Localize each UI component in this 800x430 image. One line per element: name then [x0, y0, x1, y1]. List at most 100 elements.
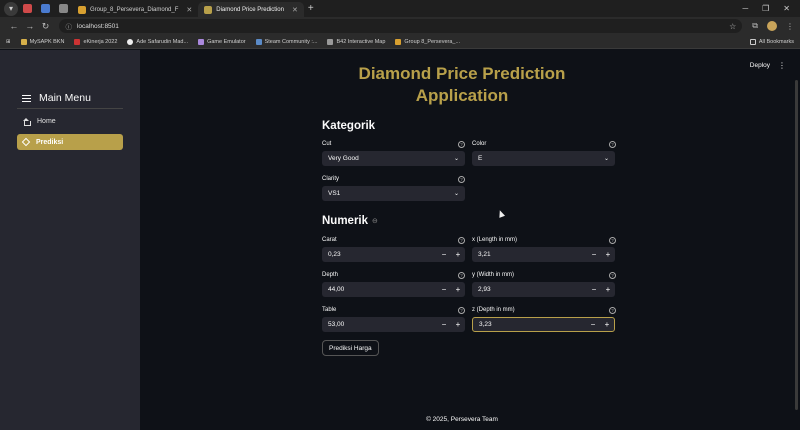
apps-grid-icon[interactable]: ⊞: [6, 39, 11, 45]
page-title-line1: Diamond Price Prediction: [358, 64, 566, 83]
bookmark-item[interactable]: Ade Safarudin Mad...: [127, 38, 188, 45]
new-tab-icon[interactable]: +: [308, 3, 314, 14]
z-depth-input[interactable]: 3,23 − +: [472, 317, 615, 332]
deploy-button[interactable]: Deploy: [750, 62, 770, 69]
y-width-label: y (Width in mm): [472, 272, 514, 278]
favicon-icon: [198, 38, 205, 45]
favicon-icon: [255, 38, 262, 45]
y-width-input[interactable]: 2,93 − +: [472, 282, 615, 297]
chevron-down-icon: ⌄: [453, 191, 459, 197]
help-icon[interactable]: ?: [458, 272, 465, 279]
all-bookmarks[interactable]: All Bookmarks: [749, 38, 794, 45]
pinned-favicon-icon: [22, 4, 32, 13]
tab-label: Group_8_Persevera_Diamond_F: [90, 6, 179, 13]
help-icon[interactable]: ?: [458, 307, 465, 314]
extensions-icon[interactable]: ⧉: [752, 21, 758, 31]
bookmark-star-icon[interactable]: ☆: [729, 22, 736, 31]
tab-group8[interactable]: Group_8_Persevera_Diamond_F ✕: [72, 2, 198, 17]
back-icon[interactable]: ←: [6, 21, 22, 31]
url-input[interactable]: ⓘ localhost:8501 ☆: [59, 19, 743, 33]
decrement-button[interactable]: −: [437, 285, 451, 294]
home-icon: [23, 117, 31, 126]
chevron-down-icon: ⌄: [603, 156, 609, 162]
decrement-button[interactable]: −: [587, 285, 601, 294]
sidebar-item-prediksi[interactable]: Prediksi: [17, 134, 123, 150]
help-icon[interactable]: ?: [609, 272, 616, 279]
tab-label: Diamond Price Prediction: [216, 6, 284, 13]
close-icon[interactable]: ✕: [292, 6, 298, 14]
browser-menu-icon[interactable]: ⋮: [786, 22, 794, 31]
z-depth-label: z (Depth in mm): [472, 307, 515, 313]
increment-button[interactable]: +: [601, 250, 615, 259]
footer-text: © 2025, Persevera Team: [426, 416, 498, 423]
folder-icon: [749, 38, 756, 45]
pinned-tab-1[interactable]: [18, 2, 36, 16]
x-length-input[interactable]: 3,21 − +: [472, 247, 615, 262]
address-bar-row: ← → ↻ ⓘ localhost:8501 ☆ ⧉ ⋮: [0, 17, 800, 35]
tab-search-icon[interactable]: ▾: [4, 1, 18, 16]
increment-button[interactable]: +: [451, 320, 465, 329]
decrement-button[interactable]: −: [587, 250, 601, 259]
decrement-button[interactable]: −: [586, 320, 600, 329]
sidebar-item-home[interactable]: Home: [17, 113, 123, 129]
help-icon[interactable]: ?: [458, 176, 465, 183]
url-text: localhost:8501: [76, 22, 119, 30]
increment-button[interactable]: +: [601, 285, 615, 294]
forward-icon[interactable]: →: [22, 21, 38, 31]
window-controls: ─ ❐ ✕: [742, 4, 800, 13]
help-icon[interactable]: ?: [609, 141, 616, 148]
bookmark-item[interactable]: Steam Community :...: [255, 38, 317, 45]
bookmark-item[interactable]: Game Emulator: [198, 38, 246, 45]
close-icon[interactable]: ✕: [186, 6, 192, 14]
sidebar: Main Menu Home Prediksi: [0, 50, 140, 430]
anchor-link-icon[interactable]: ⊖: [372, 217, 378, 225]
favicon-icon: [327, 38, 334, 45]
bookmark-item[interactable]: Group 8_Persevera_...: [395, 38, 460, 45]
help-icon[interactable]: ?: [609, 237, 616, 244]
decrement-button[interactable]: −: [437, 320, 451, 329]
cut-label: Cut: [322, 141, 332, 147]
mouse-cursor-icon: [496, 209, 506, 218]
page-title-line2: Application: [415, 86, 509, 105]
favicon-icon: [78, 5, 86, 14]
table-label: Table: [322, 307, 337, 313]
help-icon[interactable]: ?: [609, 307, 616, 314]
clarity-select[interactable]: VS1 ⌄: [322, 186, 465, 201]
sidebar-title: Main Menu: [22, 92, 91, 104]
streamlit-app: Main Menu Home Prediksi Deploy ⋮ Diamond…: [0, 50, 800, 430]
scrollbar[interactable]: [795, 80, 798, 410]
maximize-icon[interactable]: ❐: [762, 4, 769, 13]
site-info-icon[interactable]: ⓘ: [65, 21, 72, 31]
increment-button[interactable]: +: [451, 250, 465, 259]
color-select[interactable]: E ⌄: [472, 151, 615, 166]
cut-select[interactable]: Very Good ⌄: [322, 151, 465, 166]
table-input[interactable]: 53,00 − +: [322, 317, 465, 332]
pinned-tab-2[interactable]: [36, 2, 54, 16]
favicon-icon: [127, 38, 134, 45]
kebab-icon[interactable]: ⋮: [778, 61, 786, 70]
reload-icon[interactable]: ↻: [38, 21, 54, 32]
x-length-label: x (Length in mm): [472, 237, 518, 243]
pinned-tab-3[interactable]: [54, 2, 72, 16]
minimize-icon[interactable]: ─: [742, 4, 748, 13]
decrement-button[interactable]: −: [437, 250, 451, 259]
chevron-down-icon: ⌄: [453, 156, 459, 162]
bookmark-item[interactable]: B42 Interactive Map: [327, 38, 385, 45]
pinned-favicon-icon: [40, 4, 50, 13]
close-window-icon[interactable]: ✕: [783, 4, 790, 13]
help-icon[interactable]: ?: [458, 237, 465, 244]
menu-icon: [22, 94, 31, 102]
tab-diamond-price[interactable]: Diamond Price Prediction ✕: [198, 2, 304, 17]
favicon-icon: [204, 5, 213, 14]
depth-label: Depth: [322, 272, 339, 278]
increment-button[interactable]: +: [451, 285, 465, 294]
increment-button[interactable]: +: [600, 320, 614, 329]
bookmark-item[interactable]: eKinerja 2022: [74, 38, 117, 45]
predict-price-button[interactable]: Prediksi Harga: [322, 340, 379, 356]
help-icon[interactable]: ?: [458, 141, 465, 148]
carat-input[interactable]: 0,23 − +: [322, 247, 465, 262]
profile-avatar[interactable]: [767, 21, 777, 31]
depth-input[interactable]: 44,00 − +: [322, 282, 465, 297]
bookmark-item[interactable]: MySAPK BKN: [20, 38, 64, 45]
carat-label: Carat: [322, 237, 337, 243]
